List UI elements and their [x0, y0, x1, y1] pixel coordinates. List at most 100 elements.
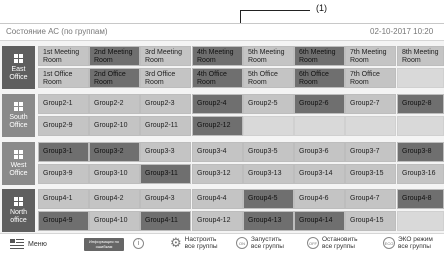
group-cell[interactable]: Group3-12 [192, 164, 243, 184]
group-cell[interactable]: Group3-1 [38, 142, 89, 162]
office-block: South Office Group2-1 Group2-2 Group2-3 Group… [0, 91, 444, 139]
group-cell[interactable]: Group3-10 [89, 164, 140, 184]
group-cell-empty [243, 116, 294, 136]
group-cell-empty [397, 211, 444, 231]
group-cell[interactable]: 8th Meeting Room [397, 46, 444, 66]
group-cell[interactable]: Group2-8 [397, 94, 444, 114]
office-name-line2: Office [9, 121, 28, 129]
gear-icon: ⚙ [170, 235, 182, 250]
date-time: 02-10-2017 10:20 [370, 27, 434, 36]
start-all-label: Запустить все группы [251, 236, 284, 250]
office-label[interactable]: South Office [2, 94, 35, 137]
group-cell[interactable]: 6th Meeting Room [294, 46, 345, 66]
group-cell[interactable]: Group2-9 [38, 116, 89, 136]
group-cell[interactable]: Group3-14 [294, 164, 345, 184]
page-title: Состояние АС (по группам) [6, 27, 108, 36]
menu-button[interactable]: Меню [10, 239, 47, 249]
group-cell[interactable]: Group2-2 [89, 94, 140, 114]
office-block: East Office 1st Meeting Room 2nd Meeting Ro… [0, 43, 444, 91]
group-cell[interactable]: Group2-10 [89, 116, 140, 136]
eco-all-button[interactable]: ECO ЭКО режим все группы [383, 236, 443, 250]
group-cell[interactable]: Group3-11 [140, 164, 191, 184]
group-cell[interactable]: Group2-5 [243, 94, 294, 114]
group-cell[interactable]: 3rd Meeting Room [140, 46, 191, 66]
office-name-line1: North [9, 208, 28, 216]
group-cell[interactable]: Group4-10 [89, 211, 140, 231]
group-cell[interactable]: 1st Office Room [38, 68, 89, 88]
group-cell[interactable]: Group2-7 [345, 94, 396, 114]
group-cell[interactable]: Group3-6 [294, 142, 345, 162]
group-cell[interactable]: Group4-5 [243, 189, 294, 209]
group-cell[interactable]: 7th Meeting Room [345, 46, 396, 66]
office-block: West Office Group3-1 Group3-2 Group3-3 Group3… [0, 139, 444, 187]
start-all-button[interactable]: ON Запустить все группы [236, 236, 291, 250]
group-cell[interactable]: 6th Office Room [294, 68, 345, 88]
office-name-line2: office [10, 216, 27, 224]
group-cell[interactable]: Group4-7 [345, 189, 396, 209]
group-cell[interactable]: Group4-13 [243, 211, 294, 231]
callout-label: (1) [316, 3, 327, 13]
group-cell[interactable]: Group4-2 [89, 189, 140, 209]
group-cell[interactable]: Group4-15 [345, 211, 396, 231]
group-cell[interactable]: Group3-16 [397, 164, 444, 184]
group-cell[interactable]: 5th Meeting Room [243, 46, 294, 66]
configure-all-button[interactable]: ⚙ Настроить все группы [170, 236, 225, 250]
configure-all-label: Настроить все группы [184, 236, 218, 250]
group-cell[interactable]: Group4-8 [397, 189, 444, 209]
grid-icon [14, 101, 23, 111]
group-cell[interactable]: Group2-12 [192, 116, 243, 136]
group-cell[interactable]: Group3-3 [140, 142, 191, 162]
group-cell[interactable]: Group2-11 [140, 116, 191, 136]
group-cell[interactable]: Group4-4 [192, 189, 243, 209]
office-label[interactable]: East Office [2, 46, 35, 89]
group-cell[interactable]: Group4-12 [192, 211, 243, 231]
menu-icon [10, 239, 24, 249]
grid-icon [14, 196, 23, 206]
office-name-line1: South [9, 113, 28, 121]
group-cell[interactable]: Group3-9 [38, 164, 89, 184]
group-cell[interactable]: Group3-7 [345, 142, 396, 162]
group-cell[interactable]: Group3-5 [243, 142, 294, 162]
title-bar: Состояние АС (по группам) 02-10-2017 10:… [0, 24, 444, 41]
stop-all-button[interactable]: OFF Остановить все группы [307, 236, 367, 250]
ac-status-screen: Состояние АС (по группам) 02-10-2017 10:… [0, 23, 444, 254]
group-cell[interactable]: Group4-9 [38, 211, 89, 231]
office-name-line2: Office [9, 73, 28, 81]
office-block: North office Group4-1 Group4-2 Group4-3 Group… [0, 186, 444, 234]
group-cell[interactable]: Group2-1 [38, 94, 89, 114]
group-cell[interactable]: 7th Office Room [345, 68, 396, 88]
group-cell[interactable]: Group3-2 [89, 142, 140, 162]
group-cell[interactable]: Group3-8 [397, 142, 444, 162]
group-cell-empty [345, 116, 396, 136]
group-cell[interactable]: Group4-1 [38, 189, 89, 209]
grid-icon [14, 53, 23, 63]
error-info-button[interactable]: Информация по ошибкам [84, 238, 124, 251]
group-cell[interactable]: Group3-13 [243, 164, 294, 184]
group-cell[interactable]: Group3-15 [345, 164, 396, 184]
group-cell[interactable]: 5th Office Room [243, 68, 294, 88]
group-cell[interactable]: 1st Meeting Room [38, 46, 89, 66]
info-icon[interactable]: i [133, 238, 147, 249]
group-cell[interactable]: Group2-3 [140, 94, 191, 114]
group-cell[interactable]: Group4-6 [294, 189, 345, 209]
group-cell[interactable]: Group3-4 [192, 142, 243, 162]
group-cell-empty [397, 68, 444, 88]
group-cell[interactable]: 4th Meeting Room [192, 46, 243, 66]
group-cell[interactable]: 2nd Meeting Room [89, 46, 140, 66]
group-cell[interactable]: Group2-6 [294, 94, 345, 114]
group-cell[interactable]: Group4-14 [294, 211, 345, 231]
office-label[interactable]: North office [2, 189, 35, 232]
group-cell[interactable]: 3rd Office Room [140, 68, 191, 88]
grid-icon [14, 149, 23, 159]
group-cell[interactable]: Group2-4 [192, 94, 243, 114]
group-cell[interactable]: 2nd Office Room [89, 68, 140, 88]
group-cell-empty [397, 116, 444, 136]
bottom-toolbar: Меню Информация по ошибкам i ⚙ Настроить… [0, 233, 444, 254]
group-cell[interactable]: 4th Office Room [192, 68, 243, 88]
group-cell[interactable]: Group4-11 [140, 211, 191, 231]
group-cell[interactable]: Group4-3 [140, 189, 191, 209]
callout-line [240, 10, 310, 11]
office-label[interactable]: West Office [2, 142, 35, 185]
eco-all-label: ЭКО режим все группы [398, 236, 433, 250]
eco-icon: ECO [383, 237, 395, 249]
